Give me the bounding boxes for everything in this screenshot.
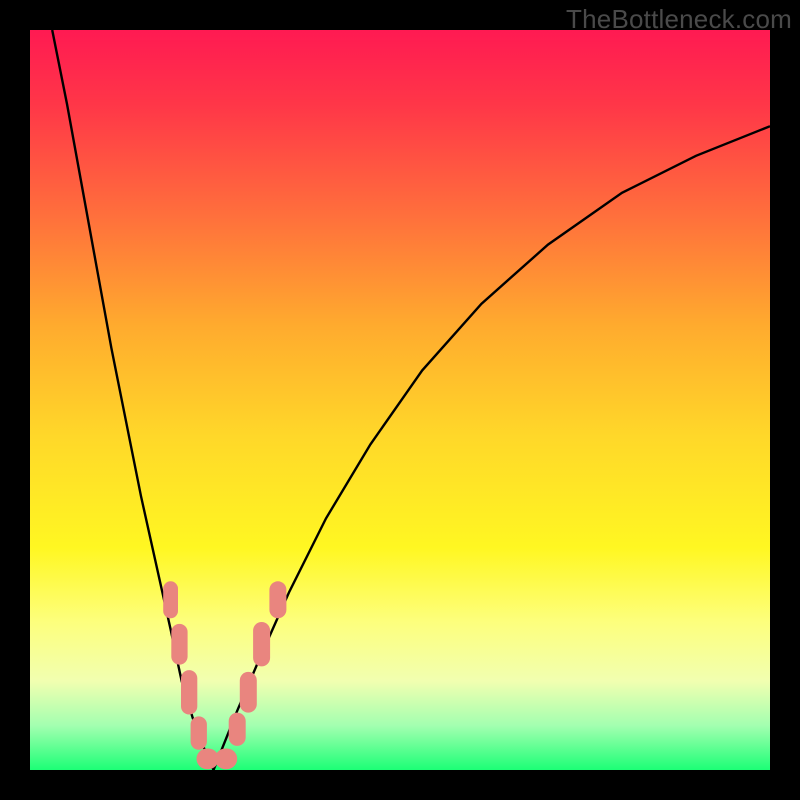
chart-svg xyxy=(30,30,770,770)
curve-marker xyxy=(229,713,246,746)
chart-frame: TheBottleneck.com xyxy=(0,0,800,800)
curve-marker xyxy=(240,672,257,713)
watermark-text: TheBottleneck.com xyxy=(566,4,792,35)
curve-marker xyxy=(269,581,286,618)
curve-marker xyxy=(181,670,197,714)
curve-marker xyxy=(215,749,237,770)
plot-area xyxy=(30,30,770,770)
curve-marker xyxy=(171,624,187,665)
curve-marker xyxy=(163,581,178,618)
curve-marker xyxy=(253,622,270,666)
curve-right-branch xyxy=(214,126,771,770)
curve-marker xyxy=(191,716,207,749)
curve-left-branch xyxy=(52,30,213,770)
